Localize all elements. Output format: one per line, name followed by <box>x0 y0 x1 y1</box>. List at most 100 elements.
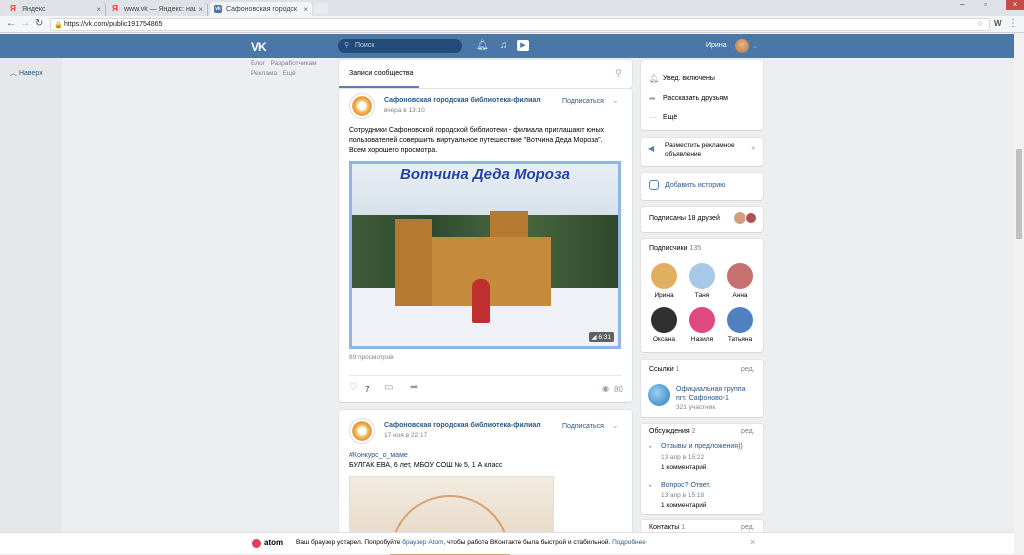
link-more[interactable]: Ещё <box>283 70 296 77</box>
subscriber[interactable]: Оксана <box>651 307 677 343</box>
chevron-down-icon[interactable]: ⌄ <box>612 421 619 430</box>
link-blog[interactable]: Блог <box>251 60 265 67</box>
subscribers-title: Подписчики <box>649 245 688 252</box>
minimize-icon[interactable]: – <box>960 0 964 10</box>
chevron-down-icon[interactable]: ⌄ <box>752 42 758 50</box>
video-thumbnail[interactable]: Вотчина Деда Мороза ◢ 6:31 <box>349 161 621 349</box>
discussion-title[interactable]: Вопрос? Ответ. <box>661 482 711 489</box>
bell-icon[interactable]: 🔔︎ <box>476 40 489 51</box>
subscriber[interactable]: Таня <box>689 263 715 299</box>
subscribers-count: 135 <box>689 245 702 252</box>
chevron-down-icon[interactable]: ⌄ <box>612 96 619 105</box>
subscribe-button[interactable]: Подписаться <box>562 423 604 430</box>
close-icon[interactable]: × <box>750 537 755 547</box>
divider <box>349 375 622 376</box>
subscriber[interactable]: Татьяна <box>727 307 753 343</box>
contacts-count: 1 <box>681 524 686 531</box>
post-text: #Конкурс_о_маме БУЛГАК ЕВА, 6 лет, МБОУ … <box>349 451 624 471</box>
post-time[interactable]: вчера в 13:10 <box>384 107 425 114</box>
active-tab-indicator <box>339 86 419 88</box>
scrollbar-thumb[interactable] <box>1016 149 1022 239</box>
link-name: пгт. Сафоново-1 <box>676 395 729 402</box>
link-members: 321 участник <box>676 404 716 411</box>
comment-icon: ▪ <box>649 444 652 451</box>
add-story-button[interactable]: Добавить историю <box>665 182 725 189</box>
hashtag-link[interactable]: #Конкурс_о_маме <box>349 451 624 461</box>
community-avatar[interactable] <box>349 93 375 119</box>
reload-icon[interactable]: ↻ <box>35 19 43 29</box>
left-scroll-to-top[interactable] <box>0 58 62 554</box>
close-icon[interactable]: × <box>198 5 203 14</box>
subscribers-header[interactable]: Подписчики 135 <box>649 245 701 252</box>
notify-toggle[interactable]: 🔔︎ Увед. включены <box>649 74 715 83</box>
link-ads[interactable]: Реклама <box>251 70 277 77</box>
address-bar[interactable]: 🔒 https://vk.com/public191754865 ☆ <box>50 18 990 31</box>
tab-community-posts[interactable]: Записи сообщества <box>349 70 413 77</box>
vk-icon: vk <box>214 5 222 13</box>
search-icon: ⚲ <box>344 42 350 49</box>
close-window-icon[interactable]: × <box>1006 0 1024 10</box>
link-group[interactable]: Официальная группа пгт. Сафоново-1 <box>676 385 746 403</box>
back-arrow-icon[interactable]: ← <box>6 19 16 29</box>
community-avatar[interactable] <box>349 418 375 444</box>
contacts-header[interactable]: Контакты 1 <box>649 524 685 531</box>
edit-link[interactable]: ред. <box>741 366 755 373</box>
try-atom-link[interactable]: браузер Atom <box>402 539 443 546</box>
extension-icon[interactable]: W <box>994 19 1002 29</box>
close-icon[interactable]: × <box>751 144 756 153</box>
post-image[interactable] <box>349 476 554 555</box>
forward-arrow-icon[interactable]: → <box>20 19 30 29</box>
ad-link[interactable]: Разместить рекламное объявление <box>665 141 751 159</box>
like-icon[interactable]: ♡ <box>349 382 358 393</box>
share-friends[interactable]: ➦ Рассказать друзьям <box>649 94 728 103</box>
details-link[interactable]: Подробнее <box>612 539 646 546</box>
close-icon[interactable]: × <box>96 5 101 14</box>
post-text-line: БУЛГАК ЕВА, 6 лет, МБОУ СОШ № 5, 1 А кла… <box>349 462 503 469</box>
new-tab-button[interactable] <box>314 3 328 14</box>
link-developers[interactable]: Разработчикам <box>270 60 316 67</box>
star-icon[interactable]: ☆ <box>977 19 983 30</box>
vk-logo[interactable]: VK <box>251 40 267 54</box>
avatar[interactable] <box>745 212 757 224</box>
maximize-icon[interactable]: ▫ <box>984 0 987 10</box>
play-icon[interactable]: ▶ <box>517 40 529 51</box>
discussion-comments[interactable]: 1 комментарий <box>661 502 707 509</box>
atom-icon <box>252 539 261 548</box>
links-title: Ссылки <box>649 366 674 373</box>
subscriber[interactable]: Ирина <box>651 263 677 299</box>
back-to-top[interactable]: ︿ Наверх <box>10 68 43 78</box>
post-author[interactable]: Сафоновская городская библиотека-филиал <box>384 422 541 429</box>
more-menu[interactable]: ··· Ещё <box>649 113 677 122</box>
menu-icon[interactable]: ⋮ <box>1008 19 1018 29</box>
discussion-comments[interactable]: 1 комментарий <box>661 464 707 471</box>
subscribe-button[interactable]: Подписаться <box>562 98 604 105</box>
discussion-title[interactable]: Отзывы и предложения)) <box>661 443 743 450</box>
music-icon[interactable]: ♫ <box>500 40 508 51</box>
share-icon: ➦ <box>649 94 656 103</box>
subscriber[interactable]: Назиля <box>689 307 715 343</box>
subscriber[interactable]: Анна <box>727 263 753 299</box>
page-scrollbar[interactable] <box>1014 34 1024 554</box>
post-author[interactable]: Сафоновская городская библиотека-филиал <box>384 97 541 104</box>
links-count: 1 <box>675 366 680 373</box>
search-input[interactable]: ⚲ Поиск <box>338 39 462 53</box>
discussions-header[interactable]: Обсуждения 2 <box>649 428 696 435</box>
avatar <box>727 307 753 333</box>
views-text: 89 просмотров <box>349 354 394 361</box>
share-icon[interactable]: ➦ <box>410 382 418 393</box>
chevron-up-icon: ︿ <box>10 70 19 77</box>
lock-icon: 🔒 <box>54 22 63 29</box>
tab-vk-active[interactable]: vk Сафоновская городск × <box>210 2 312 16</box>
user-name[interactable]: Ирина <box>706 42 727 49</box>
post-time[interactable]: 17 ноя в 22:17 <box>384 432 427 439</box>
edit-link[interactable]: ред. <box>741 428 755 435</box>
edit-link[interactable]: ред. <box>741 524 755 531</box>
group-avatar[interactable] <box>648 384 670 406</box>
search-icon[interactable]: ⚲ <box>615 68 622 79</box>
tab-yandex[interactable]: Я Яндекс × <box>6 2 106 16</box>
avatar[interactable] <box>735 39 749 53</box>
close-icon[interactable]: × <box>303 5 308 14</box>
comment-icon[interactable]: ▭ <box>384 382 393 393</box>
friends-subscribed[interactable]: Подписаны 18 друзей <box>649 215 720 222</box>
tab-yandex-search[interactable]: Я www.vk — Яндекс: нашл × <box>108 2 208 16</box>
